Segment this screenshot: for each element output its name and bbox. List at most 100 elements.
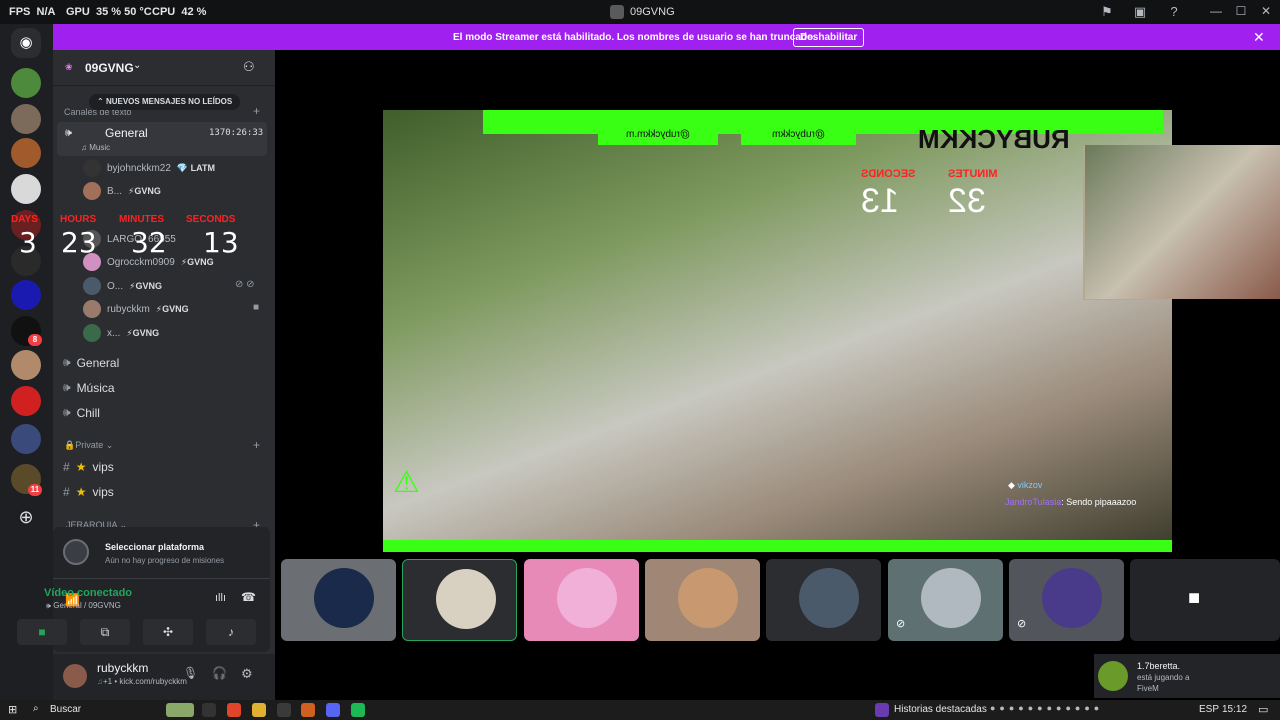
participant-tile[interactable]: ⊘ — [1009, 559, 1124, 641]
member-tag: 💎 LATM — [176, 162, 215, 173]
add-channel-icon[interactable]: + — [253, 438, 260, 452]
clock[interactable]: 15:12 — [1222, 704, 1247, 715]
server-icon[interactable] — [11, 138, 41, 168]
main-video-stream[interactable]: @rubyckkm.m @rubyckkm RUBYCKKM SECONDS 1… — [383, 110, 1172, 552]
language-indicator[interactable]: ESP — [1199, 704, 1219, 715]
participant-tile[interactable] — [645, 559, 760, 641]
microphone-icon[interactable]: 🎙 — [183, 666, 198, 680]
member-tag: ⚡GVNG — [128, 185, 161, 196]
voice-channel-general1[interactable]: 🕪 General — [63, 355, 119, 370]
server-icon[interactable] — [11, 174, 41, 204]
add-channel-icon[interactable]: + — [253, 104, 260, 118]
chat-line: ◆ vikzov — [1008, 480, 1043, 490]
discord-home-icon[interactable]: ◉ — [11, 28, 41, 58]
disable-streamer-button[interactable]: Deshabilitar — [793, 28, 865, 47]
help-icon[interactable]: ? — [1166, 4, 1182, 20]
brave-icon[interactable] — [227, 703, 241, 717]
server-folder-icon[interactable] — [11, 424, 41, 454]
app-icon[interactable] — [277, 703, 291, 717]
highlights-icon[interactable] — [875, 703, 889, 717]
avatar — [436, 569, 496, 629]
deafened-icon: ⊘ — [1017, 618, 1027, 630]
spotify-icon[interactable] — [351, 703, 365, 717]
toast-game: FiveM — [1137, 684, 1159, 693]
activities-button[interactable]: ✣ — [143, 619, 193, 645]
close-icon[interactable]: ✕ — [1253, 29, 1265, 46]
maximize-icon[interactable]: ☐ — [1233, 4, 1249, 18]
unread-messages-pill[interactable]: ⌃ NUEVOS MENSAJES NO LEÍDOS — [89, 94, 241, 110]
member-name: byjohnckkm22 — [107, 162, 171, 174]
search-icon[interactable]: ⌕ — [33, 703, 39, 714]
star-icon: ★ — [75, 485, 87, 499]
participant-tile-speaking[interactable] — [402, 559, 517, 641]
participant-tile[interactable] — [766, 559, 881, 641]
voice-member[interactable]: rubyckkm ⚡GVNG — [83, 300, 189, 318]
taskbar-search[interactable]: Buscar — [50, 704, 81, 715]
close-window-icon[interactable]: ✕ — [1258, 4, 1274, 18]
minimize-icon[interactable]: — — [1208, 4, 1224, 18]
private-category[interactable]: 🔒Private ⌄ — [64, 440, 113, 451]
platform-title[interactable]: Seleccionar plataforma — [105, 542, 204, 552]
voice-location: 🕪 General / 09GVNG — [46, 601, 121, 610]
participant-tile[interactable] — [281, 559, 396, 641]
pip-video-stream[interactable] — [1085, 145, 1280, 299]
discord-taskbar-icon[interactable] — [326, 703, 340, 717]
voice-channel-chill[interactable]: 🕪 Chill — [63, 405, 100, 420]
voice-connected-status[interactable]: Vídeo conectado — [44, 587, 132, 599]
task-view-icon[interactable] — [202, 703, 216, 717]
avatar[interactable] — [63, 664, 87, 688]
divider — [53, 578, 270, 579]
system-tray-icons[interactable]: ●●●●●●●●●●●● — [990, 703, 1103, 713]
inbox-icon[interactable]: ▣ — [1132, 4, 1148, 20]
video-camera-icon: ■ — [38, 625, 46, 639]
platform-subtitle: Aún no hay progreso de misiones — [105, 556, 225, 565]
channel-name: vips — [92, 460, 114, 474]
voice-member[interactable]: x... ⚡GVNG — [83, 324, 159, 342]
server-icon[interactable] — [11, 68, 41, 98]
flag-icon[interactable]: ⚑ — [1099, 4, 1115, 20]
hours-label: HOURS — [60, 214, 97, 225]
neon-frame-bottom — [383, 540, 1172, 552]
app-icon[interactable] — [301, 703, 315, 717]
server-icon[interactable] — [11, 350, 41, 380]
windows-start-icon[interactable]: ⊞ — [8, 703, 17, 716]
server-icon[interactable] — [11, 104, 41, 134]
soundboard-button[interactable]: ♪ — [206, 619, 256, 645]
server-header[interactable]: ❀ 09GVNG ⌄ ⚇ — [53, 50, 275, 86]
avatar — [799, 568, 859, 628]
server-icon — [610, 5, 624, 19]
notifications-icon[interactable]: ▭ — [1258, 703, 1268, 716]
server-boost-icon: ❀ — [65, 62, 73, 72]
camera-button[interactable]: ■ — [17, 619, 67, 645]
notification-badge: 11 — [28, 484, 42, 496]
activity-toast[interactable]: 1.7beretta. está jugando a FiveM — [1094, 654, 1280, 698]
screen-share-button[interactable]: ⧉ — [80, 619, 130, 645]
server-icon[interactable] — [11, 280, 41, 310]
text-channel-vips[interactable]: # ★ vips — [63, 485, 114, 499]
participant-tile[interactable] — [524, 559, 639, 641]
mirrored-name: RUBYCKKM — [918, 124, 1070, 154]
server-icon[interactable] — [11, 386, 41, 416]
highlights-label[interactable]: Historias destacadas — [894, 704, 987, 715]
text-channel-vips[interactable]: # ★ vips — [63, 460, 114, 474]
instagram-handle: @rubyckkm.m — [598, 125, 718, 145]
voice-member[interactable]: O... ⚡GVNG — [83, 277, 162, 295]
voice-channel-general[interactable]: 🕪 General ♫ Music 1370:26:33 — [57, 122, 267, 156]
disconnect-icon[interactable]: ☎ — [241, 590, 256, 604]
participant-tile[interactable]: ■ — [1130, 559, 1280, 641]
username: rubyckkm — [97, 661, 149, 675]
invite-user-icon[interactable]: ⚇ — [243, 59, 255, 75]
avatar — [83, 277, 101, 295]
file-explorer-icon[interactable] — [252, 703, 266, 717]
channel-name: General — [105, 126, 148, 140]
add-server-icon[interactable]: ⊕ — [11, 502, 41, 532]
settings-gear-icon[interactable]: ⚙ — [241, 666, 253, 682]
widget-icon[interactable] — [166, 703, 194, 717]
noise-suppression-icon[interactable]: ıllı — [215, 592, 226, 604]
deafened-icon: ⊘ ⊘ — [235, 279, 255, 290]
headphones-icon[interactable]: 🎧 — [212, 666, 227, 680]
voice-member[interactable]: B... ⚡GVNG — [83, 182, 161, 200]
participant-tile[interactable]: ⊘ — [888, 559, 1003, 641]
voice-channel-musica[interactable]: 🕪 Música — [63, 380, 115, 395]
voice-member[interactable]: byjohnckkm22 💎 LATM — [83, 159, 215, 177]
